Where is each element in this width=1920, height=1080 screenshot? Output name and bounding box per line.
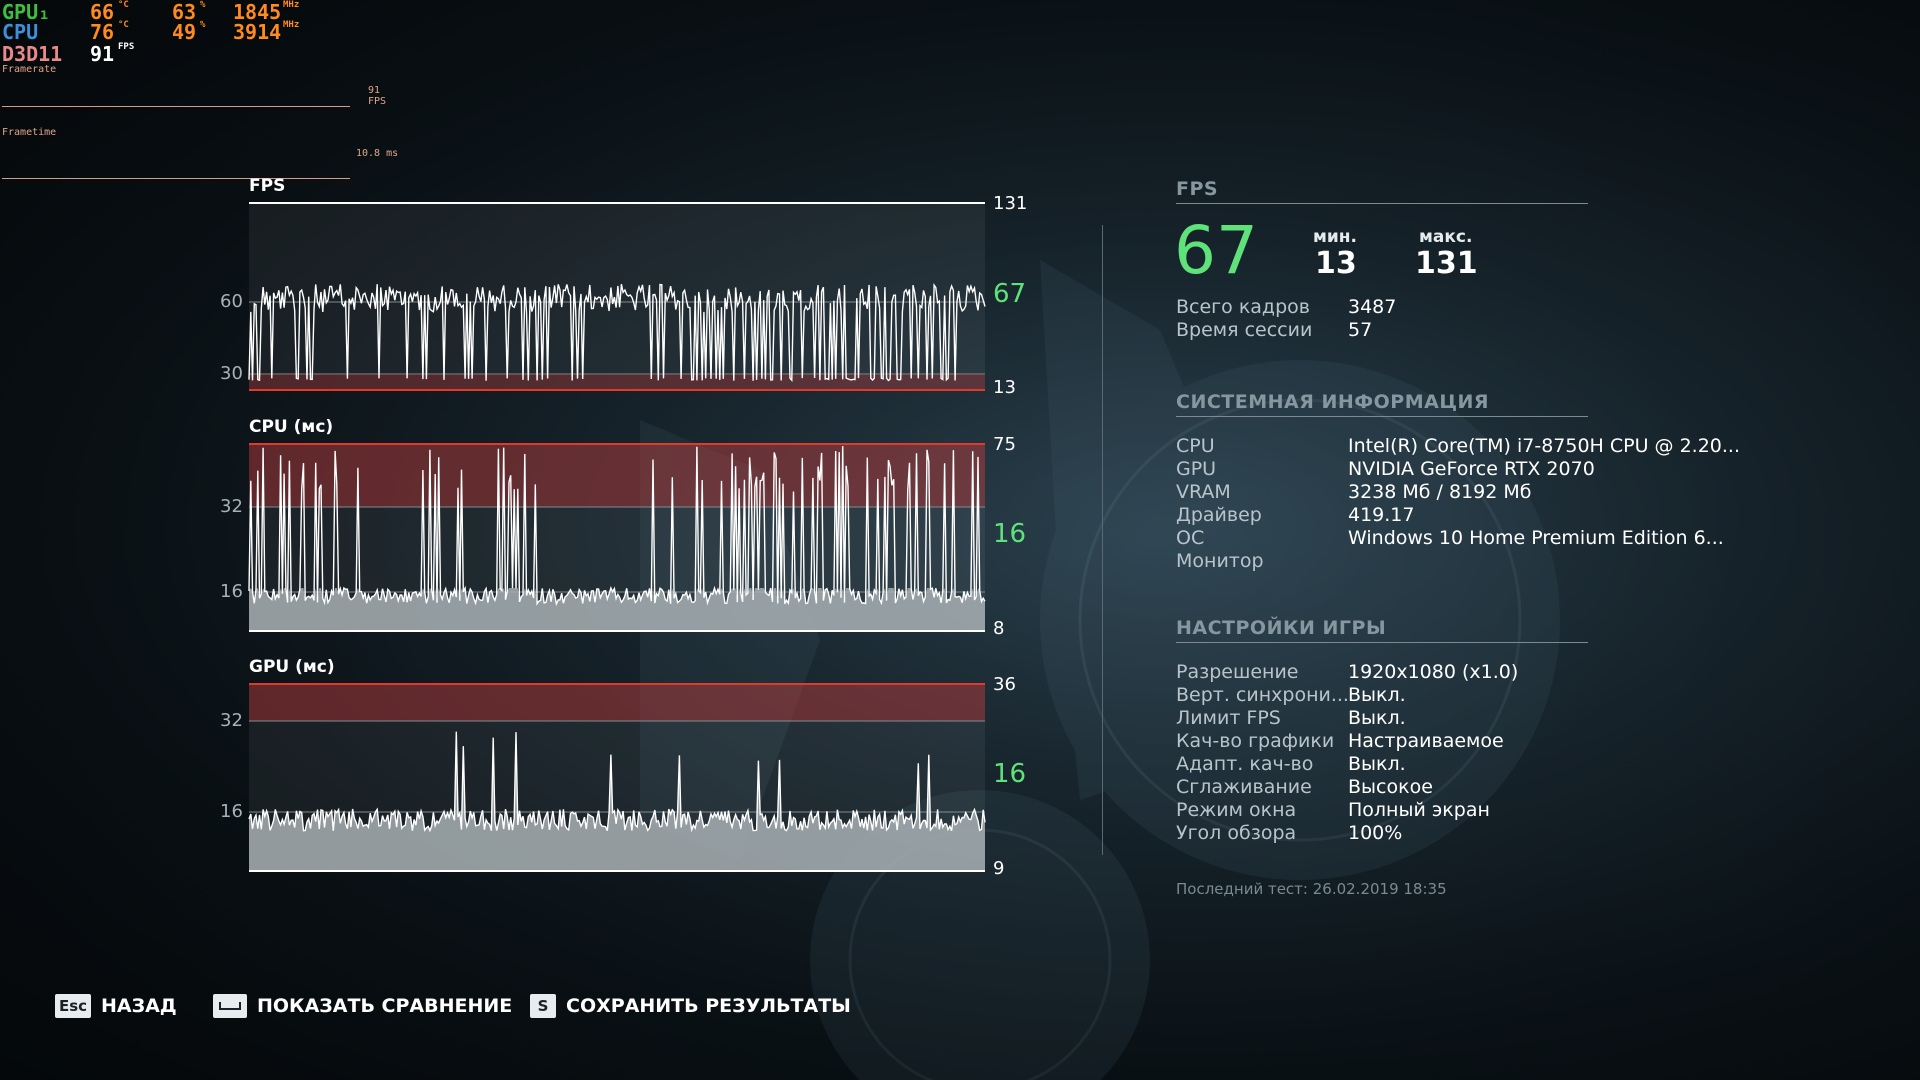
fps-section-rule — [1176, 203, 1588, 204]
fps-min-caption: мин. — [1313, 227, 1358, 247]
gpu-grid-label-16: 16 — [220, 801, 243, 822]
cpu-chart-title: CPU (мс) — [249, 417, 334, 437]
fps-average-value: 67 — [1174, 212, 1258, 289]
game-setting-value: 1920x1080 (x1.0) — [1348, 661, 1519, 683]
game-setting-value: 100% — [1348, 822, 1403, 844]
gpu-chart — [248, 683, 986, 872]
s-key-icon: S — [530, 994, 556, 1018]
back-button[interactable]: Esc НАЗАД — [55, 993, 177, 1019]
system-section-rule — [1176, 416, 1588, 417]
system-key: Драйвер — [1176, 504, 1262, 526]
game-setting-key: Верт. синхрони... — [1176, 684, 1349, 706]
game-section-title: НАСТРОЙКИ ИГРЫ — [1176, 617, 1387, 639]
last-test-timestamp: Последний тест: 26.02.2019 18:35 — [1176, 880, 1447, 898]
cpu-grid-label-16: 16 — [220, 581, 243, 602]
fps-grid-label-30: 30 — [220, 363, 243, 384]
cpu-max-label: 75 — [993, 434, 1016, 455]
stat-value: 3487 — [1348, 296, 1397, 318]
game-setting-value: Выкл. — [1348, 684, 1406, 706]
cpu-chart — [248, 443, 986, 632]
game-setting-value: Полный экран — [1348, 799, 1490, 821]
system-value: Windows 10 Home Premium Edition 6... — [1348, 527, 1724, 549]
gpu-max-label: 36 — [993, 674, 1016, 695]
esc-key-icon: Esc — [55, 994, 91, 1018]
gpu-high-band — [249, 684, 985, 721]
spacebar-key-icon — [213, 994, 247, 1018]
game-setting-key: Режим окна — [1176, 799, 1297, 821]
stat-key: Время сессии — [1176, 319, 1313, 341]
system-key: CPU — [1176, 435, 1215, 457]
system-key: GPU — [1176, 458, 1217, 480]
game-setting-value: Настраиваемое — [1348, 730, 1504, 752]
cpu-min-label: 8 — [993, 618, 1005, 639]
show-comparison-button[interactable]: ПОКАЗАТЬ СРАВНЕНИЕ — [213, 993, 512, 1019]
system-key: ОС — [1176, 527, 1205, 549]
cpu-current-label: 16 — [993, 519, 1027, 549]
system-value: NVIDIA GeForce RTX 2070 — [1348, 458, 1595, 480]
game-setting-value: Высокое — [1348, 776, 1433, 798]
game-setting-key: Угол обзора — [1176, 822, 1297, 844]
game-setting-key: Лимит FPS — [1176, 707, 1281, 729]
fps-grid-label-60: 60 — [220, 291, 243, 312]
back-button-label: НАЗАД — [101, 995, 177, 1017]
fps-chart-title: FPS — [249, 176, 286, 196]
system-key: Монитор — [1176, 550, 1264, 572]
fps-max-caption: макс. — [1419, 227, 1473, 247]
fps-min-value: 13 — [1315, 246, 1357, 281]
save-results-button[interactable]: S СОХРАНИТЬ РЕЗУЛЬТАТЫ — [530, 993, 851, 1019]
stat-key: Всего кадров — [1176, 296, 1310, 318]
cpu-high-band — [249, 444, 985, 507]
game-setting-value: Выкл. — [1348, 753, 1406, 775]
panel-divider — [1102, 225, 1103, 855]
fps-max-value: 131 — [1415, 246, 1478, 281]
save-results-label: СОХРАНИТЬ РЕЗУЛЬТАТЫ — [566, 995, 851, 1017]
system-key: VRAM — [1176, 481, 1231, 503]
game-setting-key: Адапт. кач-во — [1176, 753, 1314, 775]
game-setting-key: Разрешение — [1176, 661, 1299, 683]
gpu-grid-label-32: 32 — [220, 710, 243, 731]
fps-section-title: FPS — [1176, 178, 1219, 200]
show-comparison-label: ПОКАЗАТЬ СРАВНЕНИЕ — [257, 995, 513, 1017]
system-value: Intel(R) Core(TM) i7-8750H CPU @ 2.20... — [1348, 435, 1741, 457]
system-value: 419.17 — [1348, 504, 1415, 526]
gpu-min-label: 9 — [993, 858, 1005, 879]
cpu-grid-label-32: 32 — [220, 496, 243, 517]
game-setting-key: Кач-во графики — [1176, 730, 1335, 752]
gpu-chart-title: GPU (мс) — [249, 657, 335, 677]
game-setting-key: Сглаживание — [1176, 776, 1312, 798]
game-section-rule — [1176, 642, 1588, 643]
fps-chart — [248, 202, 986, 391]
fps-current-label: 67 — [993, 279, 1027, 309]
system-section-title: СИСТЕМНАЯ ИНФОРМАЦИЯ — [1176, 391, 1489, 413]
game-setting-value: Выкл. — [1348, 707, 1406, 729]
system-value: 3238 Мб / 8192 Мб — [1348, 481, 1532, 503]
gpu-current-label: 16 — [993, 759, 1027, 789]
stat-value: 57 — [1348, 319, 1373, 341]
fps-max-label: 131 — [993, 193, 1028, 214]
fps-min-label: 13 — [993, 377, 1016, 398]
